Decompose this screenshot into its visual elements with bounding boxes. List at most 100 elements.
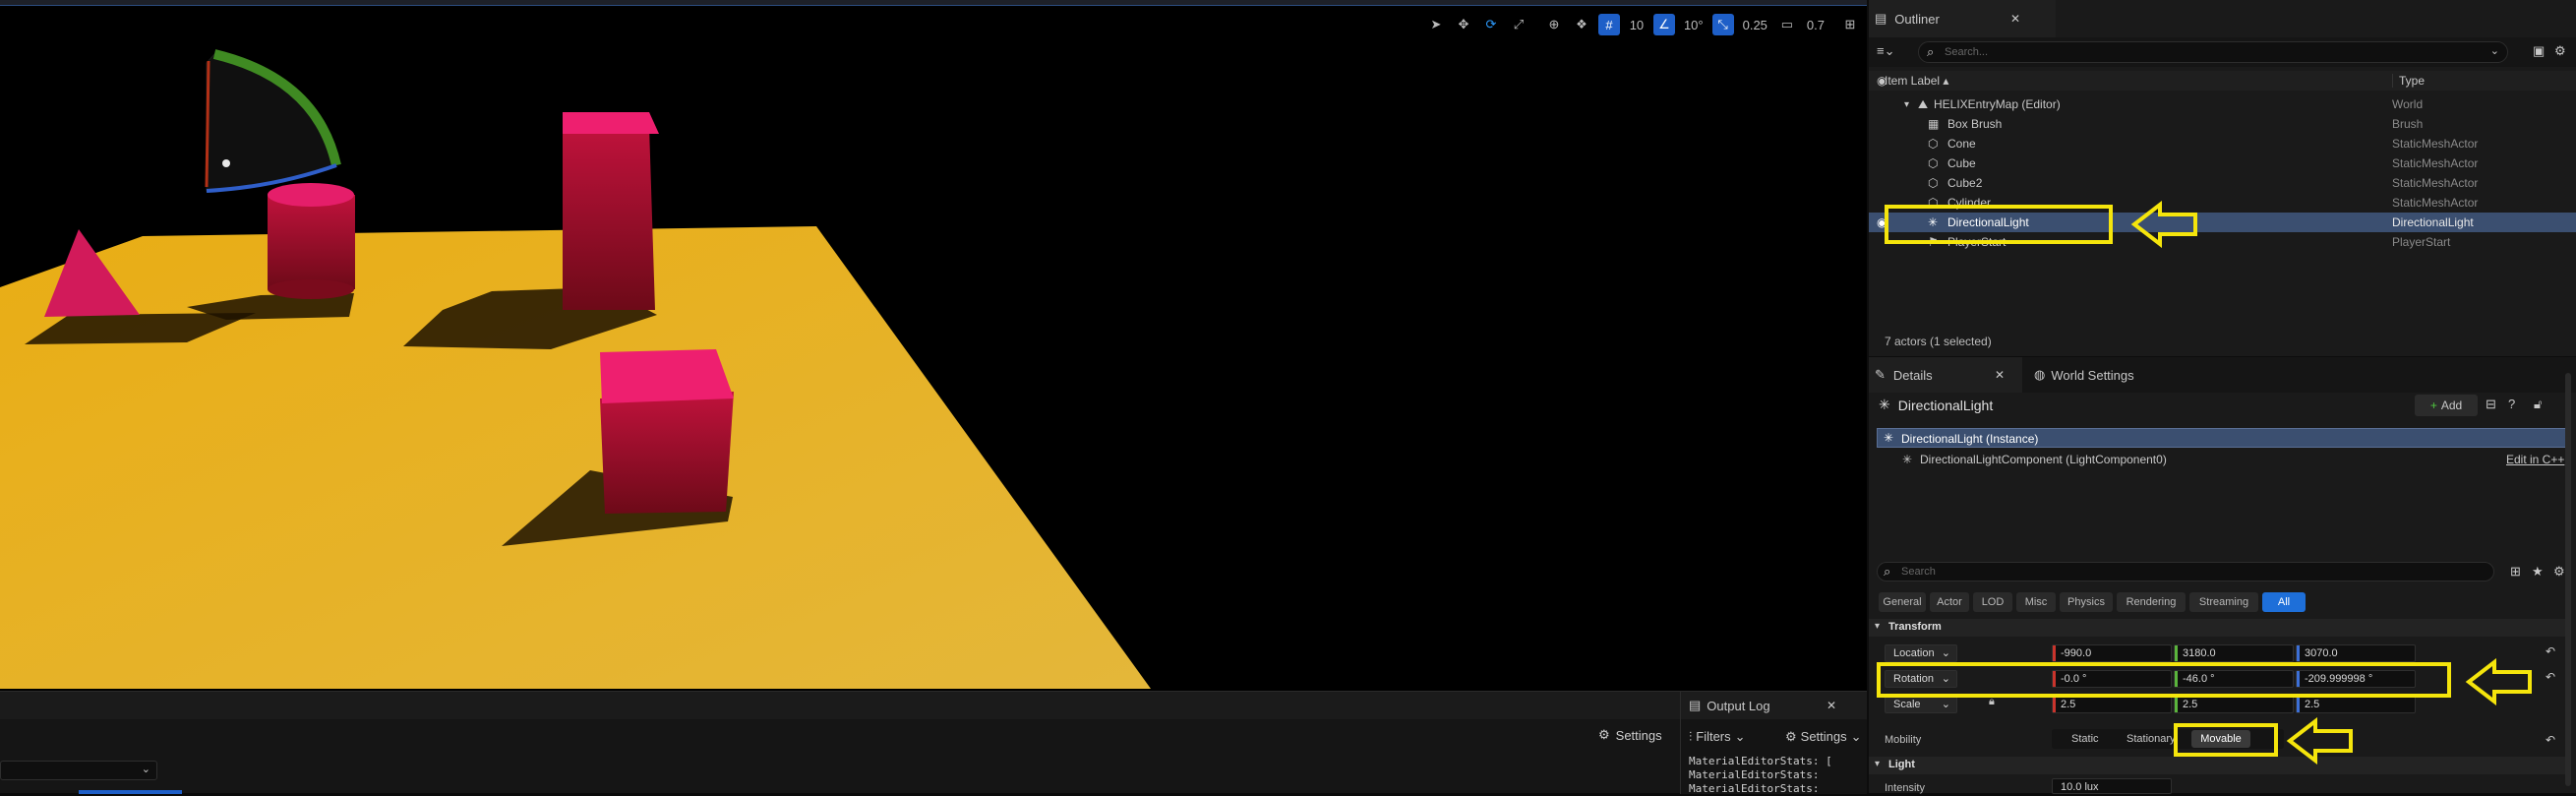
reset-icon[interactable]: ↶ [2546,733,2555,747]
lock-icon[interactable]: 🔓︎ [2534,397,2542,412]
location-y-field[interactable]: 3180.0 [2174,644,2294,662]
category-actor[interactable]: Actor [1930,592,1969,612]
light-header[interactable]: ▾ Light [1869,757,2567,774]
details-scrollbar[interactable] [2565,373,2571,786]
z-axis-bar [2297,697,2300,712]
scale-z-field[interactable]: 2.5 [2296,696,2416,713]
gear-icon: ⚙ [1598,727,1610,742]
world-space-icon[interactable]: ⊕ [1543,14,1565,35]
scale-y-field[interactable]: 2.5 [2174,696,2294,713]
filter-icon: ⫶ [1689,729,1693,744]
cube-mesh[interactable] [600,392,734,514]
directional-light-gizmo[interactable] [205,49,341,193]
static-mesh-icon: ⬡ [1928,156,1939,170]
bottom-dropdown[interactable]: ⌄ [0,761,157,780]
scale-mode-dropdown[interactable]: Scale ⌄ [1885,696,1957,713]
category-all[interactable]: All [2262,592,2306,612]
rotate-mode-icon[interactable]: ⟳ [1480,14,1502,35]
grid-snap-value[interactable]: 10 [1626,14,1647,35]
cylinder-mesh[interactable] [268,195,355,289]
reset-icon[interactable]: ↶ [2546,644,2555,658]
gear-icon[interactable]: ⚙ [2554,43,2566,59]
category-rendering[interactable]: Rendering [2117,592,2186,612]
category-general[interactable]: General [1879,592,1926,612]
location-z-field[interactable]: 3070.0 [2296,644,2416,662]
surface-snap-icon[interactable]: ❖ [1571,14,1592,35]
light-icon: ✳ [1902,453,1913,466]
outliner-row-box-brush[interactable]: ▦ Box Brush Brush [1869,114,2576,134]
add-folder-icon[interactable]: ▣ [2533,43,2545,59]
static-mesh-icon: ⬡ [1928,176,1939,190]
intensity-field[interactable]: 10.0 lux [2052,778,2172,794]
log-filters-button[interactable]: ⫶ Filters ⌄ [1689,729,1746,745]
highlight-box [1885,205,2113,244]
transform-header[interactable]: ▾ Transform [1869,619,2567,637]
close-icon[interactable]: ✕ [1827,699,1836,712]
column-type[interactable]: Type [2392,74,2425,88]
details-search-input[interactable]: ⌕ Search [1877,562,2494,582]
chevron-down-icon: ⌄ [141,764,150,775]
outliner-row-world[interactable]: ▾ ⛰ HELIXEntryMap (Editor) World [1869,94,2576,114]
close-icon[interactable]: ✕ [1995,368,2005,382]
expand-arrow-icon[interactable]: ▾ [1904,99,1909,110]
outliner-row-cone[interactable]: ⬡ Cone StaticMeshActor [1869,134,2576,153]
camera-speed-icon[interactable]: ▭ [1776,14,1798,35]
mobility-stationary[interactable]: Stationary [2127,733,2176,745]
world-settings-tab[interactable]: ◍ World Settings [2034,357,2134,393]
scale-x-field[interactable]: 2.5 [2052,696,2172,713]
bottom-settings-button[interactable]: ⚙ Settings [1598,727,1662,743]
details-panel: ✎ Details ✕ ◍ World Settings ✳ Direction… [1867,356,2576,794]
category-streaming[interactable]: Streaming [2189,592,2258,612]
camera-speed-value[interactable]: 0.7 [1804,14,1827,35]
outliner-search-input[interactable]: ⌕ Search... ⌄ [1918,41,2508,63]
bottom-tab-indicator [79,790,182,794]
add-component-button[interactable]: + Add [2415,395,2478,416]
viewport-layout-icon[interactable]: ⊞ [1839,14,1861,35]
category-misc[interactable]: Misc [2016,592,2056,612]
level-viewport[interactable]: ➤ ✥ ⟳ ⤢ ⊕ ❖ # 10 ∠ 10° ⤡ 0.25 ▭ 0.7 ⊞ [0,0,1867,691]
column-item-label[interactable]: Item Label ▴ [1885,74,1948,88]
close-icon[interactable]: ✕ [2010,12,2020,26]
viewport-toolbar: ➤ ✥ ⟳ ⤢ ⊕ ❖ # 10 ∠ 10° ⤡ 0.25 ▭ 0.7 ⊞ [1425,12,1867,37]
blueprint-icon[interactable]: ⊟ [2486,397,2496,412]
rotation-snap-icon[interactable]: ∠ [1652,14,1675,35]
category-lod[interactable]: LOD [1973,592,2012,612]
scale-snap-value[interactable]: 0.25 [1740,14,1770,35]
component-row[interactable]: ✳ DirectionalLightComponent (LightCompon… [1877,450,2571,469]
table-view-icon[interactable]: ⊞ [2510,564,2521,580]
collapse-arrow-icon: ▾ [1875,621,1881,632]
outliner-tab[interactable]: ▤ Outliner ✕ [1869,0,2056,37]
outliner-row-cube[interactable]: ⬡ Cube StaticMeshActor [1869,153,2576,173]
tall-box-mesh[interactable] [563,126,655,310]
bottom-header [0,692,1680,719]
gear-icon[interactable]: ⚙ [2553,564,2565,580]
filter-icon[interactable]: ≡⌄ [1877,43,1894,59]
outliner-status: 7 actors (1 selected) [1885,335,1992,348]
outliner-row-cube2[interactable]: ⬡ Cube2 StaticMeshActor [1869,173,2576,193]
edit-cpp-link[interactable]: Edit in C++ [2506,453,2564,466]
cylinder-bottom [268,279,354,299]
mobility-static[interactable]: Static [2071,733,2099,745]
y-axis-bar [2175,645,2178,661]
output-log-tab[interactable]: ▤ Output Log ✕ [1681,692,1868,719]
reset-icon[interactable]: ↶ [2546,670,2555,684]
log-settings-button[interactable]: ⚙ Settings ⌄ [1785,729,1862,745]
translate-mode-icon[interactable]: ✥ [1453,14,1474,35]
z-axis-bar [2297,645,2300,661]
scale-mode-icon[interactable]: ⤢ [1508,14,1529,35]
details-tab[interactable]: ✎ Details ✕ [1869,357,2022,393]
highlight-box [2174,723,2278,757]
scale-snap-icon[interactable]: ⤡ [1711,14,1734,35]
grid-snap-icon[interactable]: # [1597,14,1620,35]
location-x-field[interactable]: -990.0 [2052,644,2172,662]
rotation-snap-value[interactable]: 10° [1681,14,1707,35]
star-icon[interactable]: ★ [2532,564,2544,580]
location-mode-dropdown[interactable]: Location ⌄ [1885,644,1957,662]
category-physics[interactable]: Physics [2060,592,2113,612]
help-icon[interactable]: ? [2508,397,2515,411]
scene-render[interactable] [0,0,1867,691]
output-log-panel: ▤ Output Log ✕ ⫶ Filters ⌄ ⚙ Settings ⌄ Mate… [1680,692,1868,795]
component-instance-row[interactable]: ✳ DirectionalLight (Instance) [1877,428,2571,448]
chevron-down-icon[interactable]: ⌄ [2490,44,2499,57]
select-mode-icon[interactable]: ➤ [1425,14,1447,35]
